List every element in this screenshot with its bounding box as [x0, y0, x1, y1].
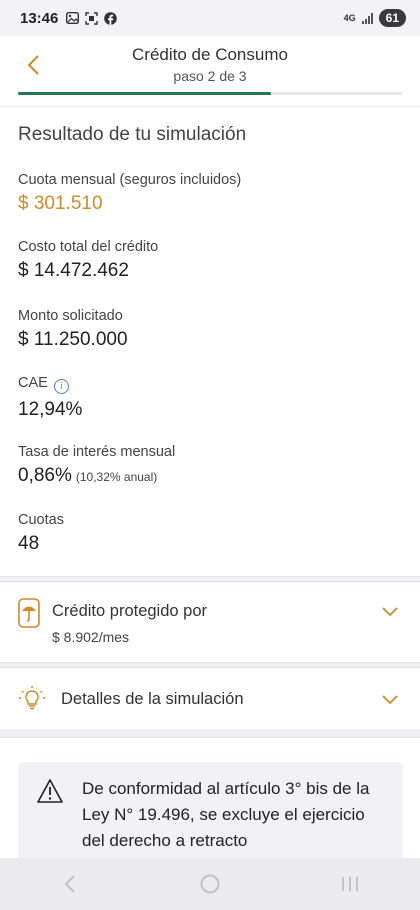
field-value: 12,94% — [18, 399, 83, 420]
gallery-notification-icon — [66, 12, 80, 24]
requested-amount-field: Monto solicitado $ 11.250.000 — [18, 308, 128, 351]
total-cost-field: Costo total del crédito $ 14.472.462 — [18, 239, 158, 282]
progress-fill — [18, 92, 272, 95]
field-label: Costo total del crédito — [18, 239, 159, 255]
system-nav-bar — [0, 858, 420, 910]
monthly-rate: 0,86% — [18, 465, 72, 486]
facebook-notification-icon — [104, 11, 118, 25]
umbrella-icon — [18, 598, 40, 628]
network-type: 4G — [343, 12, 356, 23]
warning-icon — [37, 779, 63, 803]
field-label: Cuotas — [18, 512, 64, 528]
step-indicator: paso 2 de 3 — [173, 68, 247, 84]
signal-icon — [361, 12, 373, 24]
field-value: $ 14.472.462 — [18, 260, 129, 281]
notice-text: De conformidad al artículo 3° bis de la … — [82, 779, 370, 850]
battery-level: 61 — [378, 9, 406, 27]
status-right: 4G 61 — [344, 9, 406, 27]
field-value: 0,86% (10,32% anual) — [18, 465, 175, 487]
lightbulb-icon — [19, 686, 45, 710]
page-title: Crédito de Consumo — [132, 45, 288, 64]
field-label: Cuota mensual (seguros incluidos) — [18, 172, 242, 188]
annual-rate-note: (10,32% anual) — [75, 470, 158, 484]
installments-field: Cuotas 48 — [18, 512, 64, 555]
field-value: 48 — [18, 533, 40, 554]
progress-bar — [18, 92, 402, 95]
nav-recents-button[interactable] — [330, 864, 370, 904]
divider — [0, 106, 420, 107]
nav-home-icon — [200, 874, 220, 894]
chevron-down-icon — [382, 695, 398, 705]
page-header: Crédito de Consumo paso 2 de 3 — [0, 36, 420, 98]
field-value: $ 301.510 — [18, 193, 103, 214]
nav-back-icon — [64, 875, 75, 893]
status-bar: 13:46 4G 61 — [0, 0, 420, 36]
section-separator — [0, 662, 420, 668]
section-separator — [0, 730, 420, 738]
nav-home-button[interactable] — [190, 864, 230, 904]
details-accordion[interactable]: Detalles de la simulación — [0, 670, 420, 728]
screenshot-notification-icon — [85, 11, 99, 25]
section-separator — [0, 576, 420, 582]
nav-back-button[interactable] — [50, 864, 90, 904]
monthly-fee-field: Cuota mensual (seguros incluidos) $ 301.… — [18, 172, 241, 215]
info-icon[interactable]: i — [53, 379, 69, 394]
field-value: $ 11.250.000 — [18, 329, 128, 350]
details-title: Detalles de la simulación — [61, 690, 244, 708]
status-time: 13:46 — [20, 9, 59, 27]
cae-label: CAE — [18, 375, 48, 391]
interest-rate-field: Tasa de interés mensual 0,86% (10,32% anu… — [18, 444, 175, 487]
cae-field: CAE i 12,94% — [18, 375, 82, 421]
chevron-down-icon — [382, 607, 398, 617]
section-title: Resultado de tu simulación — [18, 124, 247, 145]
protection-title: Crédito protegido por — [52, 602, 208, 620]
field-label: Monto solicitado — [18, 308, 123, 324]
nav-recents-icon — [342, 877, 358, 891]
protection-amount: $ 8.902/mes — [52, 629, 130, 645]
field-label: CAE i — [18, 375, 82, 394]
field-label: Tasa de interés mensual — [18, 444, 176, 460]
protection-accordion[interactable]: Crédito protegido por $ 8.902/mes — [0, 584, 420, 662]
